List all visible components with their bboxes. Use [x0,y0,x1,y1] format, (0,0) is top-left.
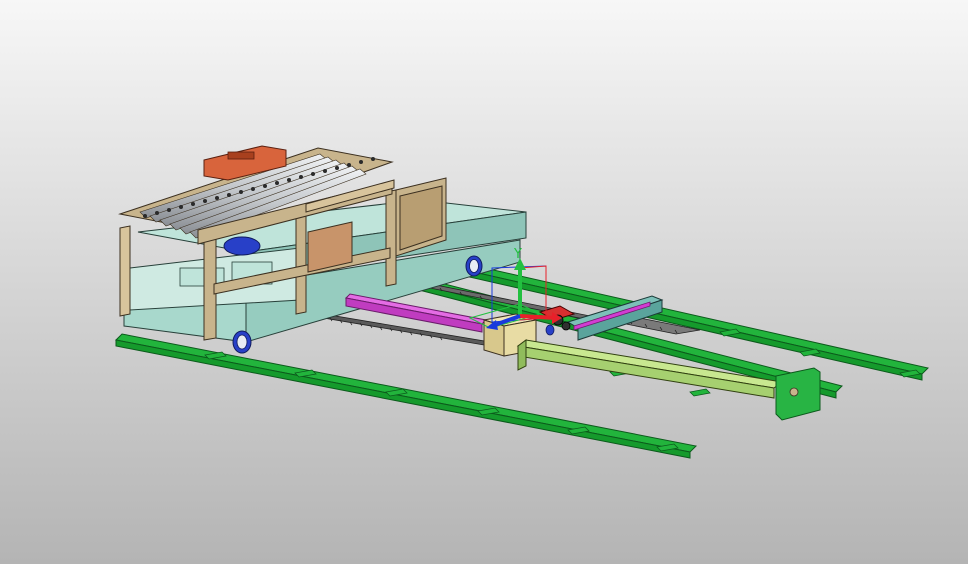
y-axis-label: Y [513,247,522,262]
cart-wheel-front[interactable] [232,330,252,354]
x-axis-arrow[interactable] [519,314,557,320]
cad-3d-viewport[interactable]: Y [0,0,968,564]
cart-wheel-rear[interactable] [465,255,483,277]
model-canvas[interactable]: Y [0,0,968,564]
drive-motor[interactable] [223,236,261,256]
end-plate[interactable] [775,367,821,421]
